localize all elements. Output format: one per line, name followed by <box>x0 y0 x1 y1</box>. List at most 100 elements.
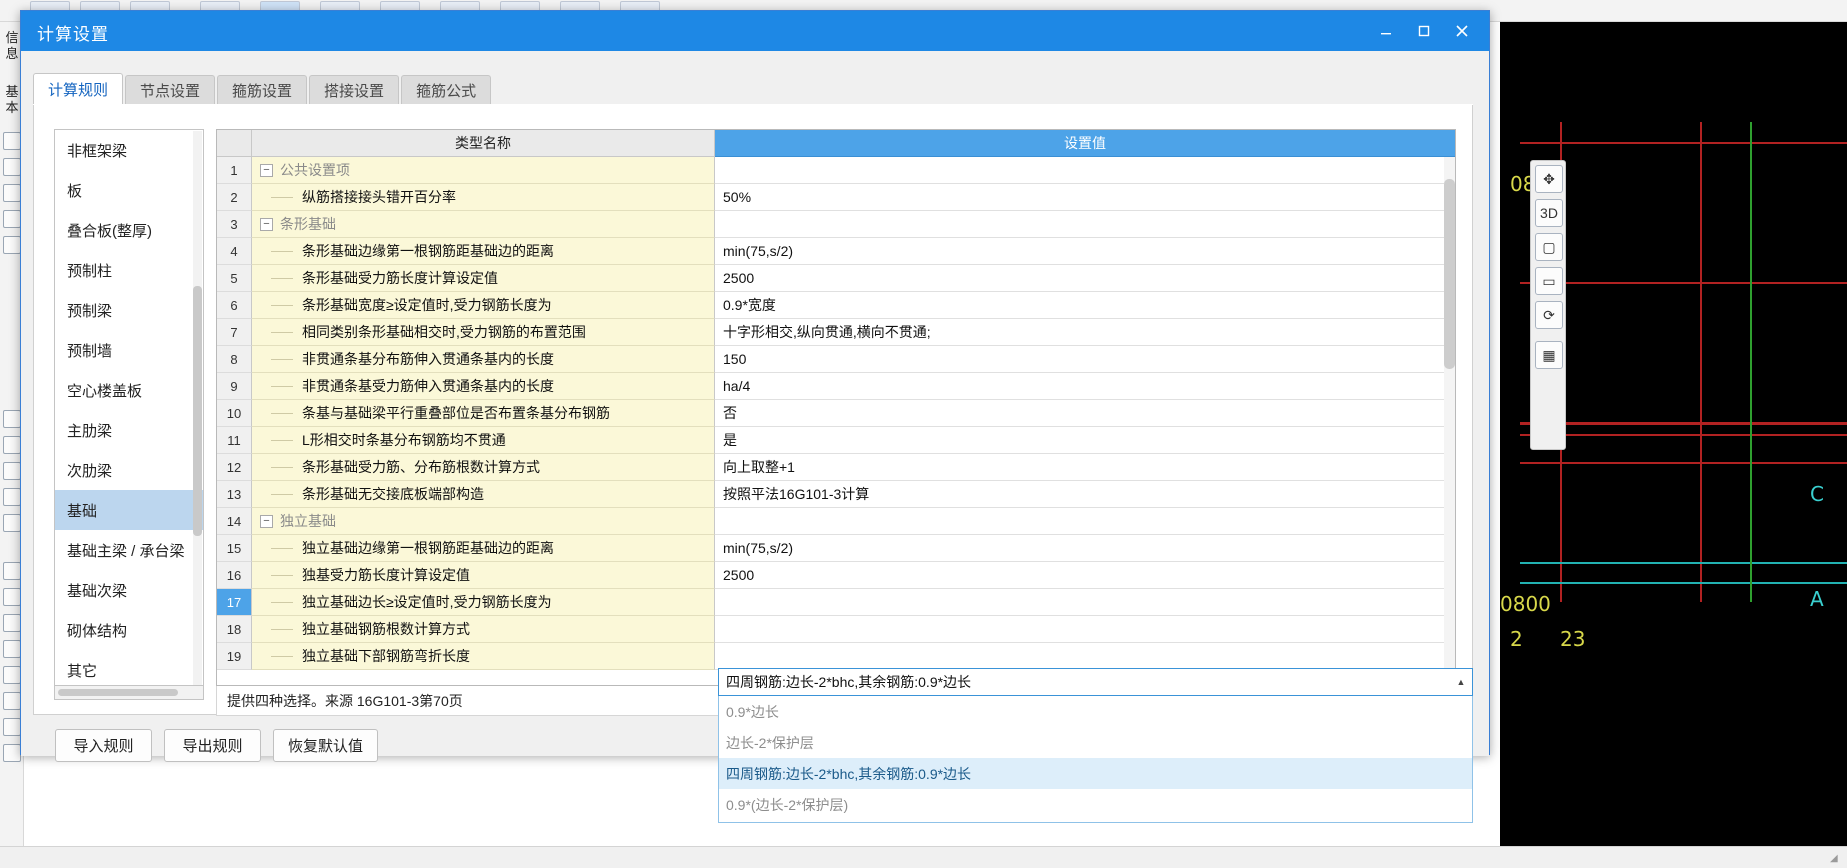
sidebar-item-non-frame-beam[interactable]: 非框架梁 <box>55 130 203 170</box>
row-name[interactable]: 独立基础边长≥设定值时,受力钢筋长度为 <box>252 589 715 616</box>
sidebar-horizontal-scrollbar[interactable] <box>54 686 204 700</box>
view-front-icon[interactable]: ▢ <box>1535 233 1563 261</box>
row-value[interactable]: 150 <box>715 346 1455 373</box>
left-tool-icon-2[interactable] <box>3 158 21 176</box>
chevron-up-icon[interactable]: ▲ <box>1450 677 1472 687</box>
collapse-minus-icon[interactable]: − <box>260 163 273 177</box>
row-name[interactable]: 非贯通条基分布筋伸入贯通条基内的长度 <box>252 346 715 373</box>
scrollbar-thumb[interactable] <box>1444 179 1455 369</box>
scrollbar-thumb[interactable] <box>58 689 178 696</box>
table-row[interactable]: 5 条形基础受力筋长度计算设定值 2500 <box>217 265 1455 292</box>
value-combobox-editor[interactable]: 四周钢筋:边长-2*bhc,其余钢筋:0.9*边长 ▲ <box>718 668 1473 696</box>
table-row[interactable]: 12 条形基础受力筋、分布筋根数计算方式 向上取整+1 <box>217 454 1455 481</box>
row-value[interactable]: 50% <box>715 184 1455 211</box>
row-value[interactable] <box>715 508 1455 535</box>
left-tool-icon-9[interactable] <box>3 488 21 506</box>
table-row[interactable]: 4 条形基础边缘第一根钢筋距基础边的距离 min(75,s/2) <box>217 238 1455 265</box>
sidebar-item-hollow-floor[interactable]: 空心楼盖板 <box>55 370 203 410</box>
table-row[interactable]: 2 纵筋搭接接头错开百分率 50% <box>217 184 1455 211</box>
left-tool-icon-11[interactable] <box>3 562 21 580</box>
table-row[interactable]: 14 − 独立基础 <box>217 508 1455 535</box>
row-value[interactable]: min(75,s/2) <box>715 238 1455 265</box>
minimize-icon[interactable] <box>1367 16 1405 46</box>
row-name[interactable]: 独立基础边缘第一根钢筋距基础边的距离 <box>252 535 715 562</box>
table-row[interactable]: 10 条基与基础梁平行重叠部位是否布置条基分布钢筋 否 <box>217 400 1455 427</box>
row-value[interactable]: 按照平法16G101-3计算 <box>715 481 1455 508</box>
left-tool-icon-3[interactable] <box>3 184 21 202</box>
sidebar-item-precast-wall[interactable]: 预制墙 <box>55 330 203 370</box>
table-row[interactable]: 18 独立基础钢筋根数计算方式 <box>217 616 1455 643</box>
sidebar-item-composite-slab[interactable]: 叠合板(整厚) <box>55 210 203 250</box>
row-value[interactable]: 是 <box>715 427 1455 454</box>
row-name[interactable]: 条基与基础梁平行重叠部位是否布置条基分布钢筋 <box>252 400 715 427</box>
sidebar-item-masonry[interactable]: 砌体结构 <box>55 610 203 650</box>
row-name[interactable]: 条形基础无交接底板端部构造 <box>252 481 715 508</box>
row-name[interactable]: 相同类别条形基础相交时,受力钢筋的布置范围 <box>252 319 715 346</box>
sidebar-vertical-scrollbar[interactable] <box>193 131 202 685</box>
dropdown-option[interactable]: 0.9*(边长-2*保护层) <box>719 789 1472 820</box>
left-tool-icon-17[interactable] <box>3 718 21 736</box>
sidebar-item-other[interactable]: 其它 <box>55 650 203 685</box>
table-row[interactable]: 3 − 条形基础 <box>217 211 1455 238</box>
left-tool-icon-1[interactable] <box>3 132 21 150</box>
tab-stirrup-formula[interactable]: 箍筋公式 <box>401 75 492 105</box>
tab-lap-settings[interactable]: 搭接设置 <box>309 75 400 105</box>
dialog-title-bar[interactable]: 计算设置 <box>21 11 1489 51</box>
left-tool-icon-7[interactable] <box>3 436 21 454</box>
left-tool-icon-16[interactable] <box>3 692 21 710</box>
sidebar-item-sub-rib-beam[interactable]: 次肋梁 <box>55 450 203 490</box>
row-name[interactable]: 纵筋搭接接头错开百分率 <box>252 184 715 211</box>
left-tool-icon-14[interactable] <box>3 640 21 658</box>
left-tool-icon-18[interactable] <box>3 744 21 762</box>
left-tool-icon-10[interactable] <box>3 514 21 532</box>
restore-defaults-button[interactable]: 恢复默认值 <box>273 729 379 762</box>
row-name[interactable]: 非贯通条基受力筋伸入贯通条基内的长度 <box>252 373 715 400</box>
row-value[interactable] <box>715 643 1455 670</box>
settings-grid[interactable]: 类型名称 设置值 1 − 公共设置项 2 纵筋搭接接头错开百分率 50% 3 −… <box>216 129 1456 686</box>
table-row[interactable]: 9 非贯通条基受力筋伸入贯通条基内的长度 ha/4 <box>217 373 1455 400</box>
value-dropdown-list[interactable]: 0.9*边长 边长-2*保护层 四周钢筋:边长-2*bhc,其余钢筋:0.9*边… <box>718 696 1473 823</box>
grid-icon[interactable]: ▦ <box>1535 341 1563 369</box>
row-value[interactable]: ha/4 <box>715 373 1455 400</box>
collapse-minus-icon[interactable]: − <box>260 514 273 528</box>
row-name[interactable]: 独立基础钢筋根数计算方式 <box>252 616 715 643</box>
row-name[interactable]: 条形基础宽度≥设定值时,受力钢筋长度为 <box>252 292 715 319</box>
row-name[interactable]: L形相交时条基分布钢筋均不贯通 <box>252 427 715 454</box>
tab-stirrup-settings[interactable]: 箍筋设置 <box>217 75 308 105</box>
maximize-icon[interactable] <box>1405 16 1443 46</box>
combobox-value[interactable]: 四周钢筋:边长-2*bhc,其余钢筋:0.9*边长 <box>719 672 1450 692</box>
rotate-icon[interactable]: ⟳ <box>1535 301 1563 329</box>
collapse-minus-icon[interactable]: − <box>260 217 273 231</box>
left-tool-icon-12[interactable] <box>3 588 21 606</box>
table-row[interactable]: 6 条形基础宽度≥设定值时,受力钢筋长度为 0.9*宽度 <box>217 292 1455 319</box>
row-value[interactable]: 2500 <box>715 265 1455 292</box>
scrollbar-thumb[interactable] <box>193 286 202 536</box>
dropdown-option-selected[interactable]: 四周钢筋:边长-2*bhc,其余钢筋:0.9*边长 <box>719 758 1472 789</box>
row-name[interactable]: − 公共设置项 <box>252 157 715 184</box>
row-value[interactable] <box>715 589 1455 616</box>
dropdown-option[interactable]: 0.9*边长 <box>719 696 1472 727</box>
left-tool-icon-6[interactable] <box>3 410 21 428</box>
table-row-selected[interactable]: 17 独立基础边长≥设定值时,受力钢筋长度为 <box>217 589 1455 616</box>
view-side-icon[interactable]: ▭ <box>1535 267 1563 295</box>
left-tool-icon-15[interactable] <box>3 666 21 684</box>
row-value[interactable]: 向上取整+1 <box>715 454 1455 481</box>
row-value[interactable] <box>715 616 1455 643</box>
sidebar-item-precast-column[interactable]: 预制柱 <box>55 250 203 290</box>
row-name[interactable]: − 独立基础 <box>252 508 715 535</box>
sidebar-item-slab[interactable]: 板 <box>55 170 203 210</box>
import-rules-button[interactable]: 导入规则 <box>55 729 152 762</box>
row-value[interactable]: 否 <box>715 400 1455 427</box>
row-name[interactable]: 独立基础下部钢筋弯折长度 <box>252 643 715 670</box>
left-tool-icon-5[interactable] <box>3 236 21 254</box>
row-value[interactable]: 0.9*宽度 <box>715 292 1455 319</box>
table-row[interactable]: 13 条形基础无交接底板端部构造 按照平法16G101-3计算 <box>217 481 1455 508</box>
grid-vertical-scrollbar[interactable] <box>1444 157 1455 685</box>
resize-grip-icon[interactable]: ◢ <box>1830 853 1842 865</box>
component-type-list[interactable]: 非框架梁 板 叠合板(整厚) 预制柱 预制梁 预制墙 空心楼盖板 主肋梁 次肋梁… <box>54 129 204 686</box>
sidebar-item-precast-beam[interactable]: 预制梁 <box>55 290 203 330</box>
table-row[interactable]: 19 独立基础下部钢筋弯折长度 <box>217 643 1455 670</box>
table-row[interactable]: 8 非贯通条基分布筋伸入贯通条基内的长度 150 <box>217 346 1455 373</box>
sidebar-item-foundation-sub-beam[interactable]: 基础次梁 <box>55 570 203 610</box>
table-row[interactable]: 1 − 公共设置项 <box>217 157 1455 184</box>
